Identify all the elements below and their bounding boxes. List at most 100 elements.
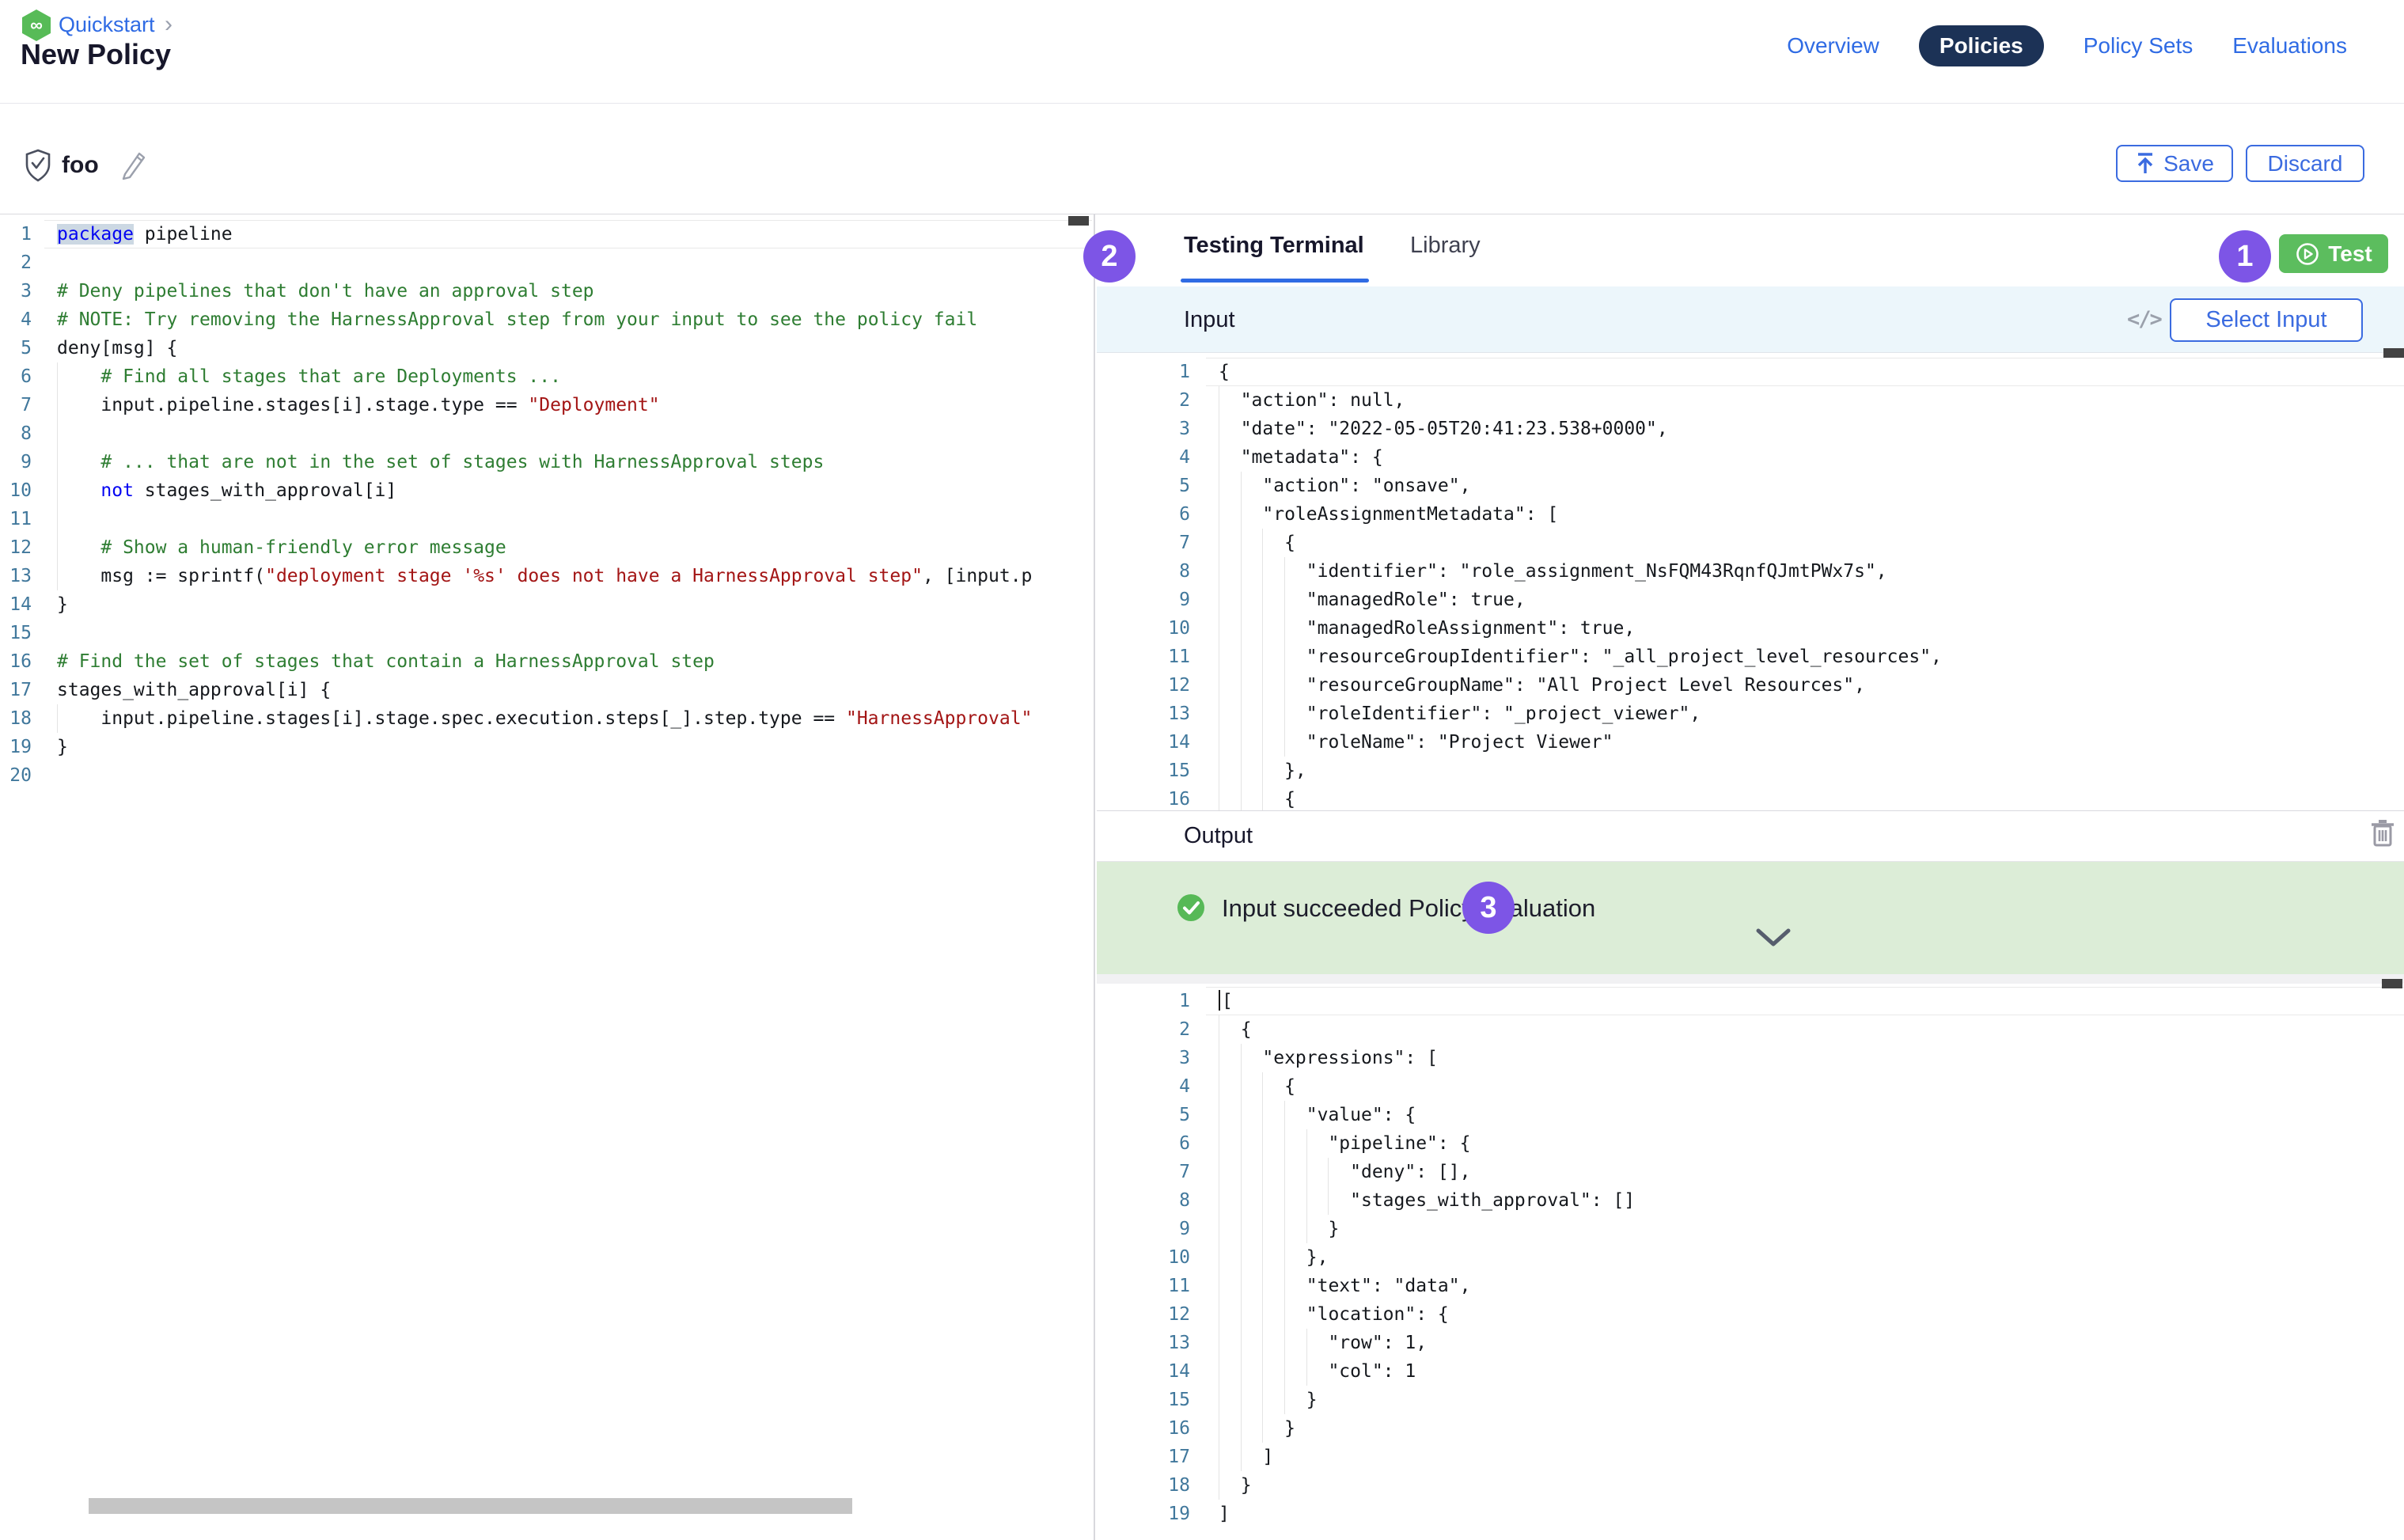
page-title: New Policy (21, 38, 171, 71)
success-check-icon (1176, 893, 1206, 923)
code-line[interactable]: 11 (0, 505, 1092, 533)
rego-editor[interactable]: 1package pipeline23# Deny pipelines that… (0, 214, 1092, 1540)
discard-label: Discard (2268, 151, 2343, 176)
tab-library[interactable]: Library (1410, 233, 1481, 259)
code-line[interactable]: 16{ (1097, 785, 2404, 810)
code-line[interactable]: 9"managedRole": true, (1097, 586, 2404, 614)
nav-item-overview[interactable]: Overview (1787, 33, 1879, 59)
code-line[interactable]: 6"roleAssignmentMetadata": [ (1097, 500, 2404, 529)
code-line[interactable]: 6"pipeline": { (1097, 1129, 2404, 1158)
active-tab-underline (1181, 279, 1369, 283)
code-line[interactable]: 4# NOTE: Try removing the HarnessApprova… (0, 305, 1092, 334)
code-line[interactable]: 16# Find the set of stages that contain … (0, 647, 1092, 676)
code-line[interactable]: 5"action": "onsave", (1097, 472, 2404, 500)
edit-pencil-icon[interactable] (120, 149, 147, 180)
tab-testing-terminal[interactable]: Testing Terminal (1184, 233, 1364, 259)
code-line[interactable]: 3"date": "2022-05-05T20:41:23.538+0000", (1097, 415, 2404, 443)
code-line[interactable]: 2{ (1097, 1015, 2404, 1044)
output-json-editor[interactable]: 1[2{3"expressions": [4{5"value": {6"pipe… (1097, 984, 2404, 1540)
code-line[interactable]: 6# Find all stages that are Deployments … (0, 362, 1092, 391)
code-line[interactable]: 2 (0, 248, 1092, 277)
save-button[interactable]: Save (2116, 145, 2233, 182)
code-line[interactable]: 18input.pipeline.stages[i].stage.spec.ex… (0, 704, 1092, 733)
upload-icon (2135, 152, 2156, 176)
code-line[interactable]: 14"col": 1 (1097, 1357, 2404, 1386)
code-line[interactable]: 4"metadata": { (1097, 443, 2404, 472)
trash-icon[interactable] (2369, 818, 2396, 848)
code-line[interactable]: 18} (1097, 1471, 2404, 1500)
code-line[interactable]: 19] (1097, 1500, 2404, 1528)
code-line[interactable]: 15} (1097, 1386, 2404, 1414)
output-gap (1097, 974, 2404, 984)
top-nav: Overview Policies Policy Sets Evaluation… (1787, 25, 2347, 66)
code-line[interactable]: 8 (0, 419, 1092, 448)
breadcrumb-chevron-icon: › (165, 11, 173, 38)
code-line[interactable]: 7"deny": [], (1097, 1158, 2404, 1186)
test-button[interactable]: Test (2279, 234, 2388, 273)
code-line[interactable]: 8"identifier": "role_assignment_NsFQM43R… (1097, 557, 2404, 586)
code-line[interactable]: 16} (1097, 1414, 2404, 1443)
code-line[interactable]: 10not stages_with_approval[i] (0, 476, 1092, 505)
callout-badge-3: 3 (1462, 882, 1515, 934)
code-line[interactable]: 9# ... that are not in the set of stages… (0, 448, 1092, 476)
code-line[interactable]: 8"stages_with_approval": [] (1097, 1186, 2404, 1215)
code-line[interactable]: 12# Show a human-friendly error message (0, 533, 1092, 562)
input-label: Input (1184, 307, 1235, 333)
code-line[interactable]: 5deny[msg] { (0, 334, 1092, 362)
output-section-header (1097, 810, 2404, 862)
code-line[interactable]: 3"expressions": [ (1097, 1044, 2404, 1072)
code-line[interactable]: 11"text": "data", (1097, 1272, 2404, 1300)
code-line[interactable]: 1{ (1097, 358, 2404, 386)
code-line[interactable]: 10"managedRoleAssignment": true, (1097, 614, 2404, 643)
policy-shield-icon (24, 149, 52, 182)
save-label: Save (2163, 151, 2214, 176)
code-line[interactable]: 2"action": null, (1097, 386, 2404, 415)
code-line[interactable]: 17stages_with_approval[i] { (0, 676, 1092, 704)
code-line[interactable]: 13"roleIdentifier": "_project_viewer", (1097, 700, 2404, 728)
test-label: Test (2328, 241, 2372, 267)
code-line[interactable]: 7input.pipeline.stages[i].stage.type == … (0, 391, 1092, 419)
code-line[interactable]: 12"resourceGroupName": "All Project Leve… (1097, 671, 2404, 700)
callout-badge-1: 1 (2219, 230, 2271, 283)
code-brackets-icon[interactable]: </> (2127, 307, 2161, 332)
code-line[interactable]: 7{ (1097, 529, 2404, 557)
output-vertical-scrollbar[interactable] (2382, 979, 2402, 988)
code-line[interactable]: 19} (0, 733, 1092, 761)
code-line[interactable]: 12"location": { (1097, 1300, 2404, 1329)
input-vertical-scrollbar[interactable] (2383, 348, 2404, 358)
nav-item-policy-sets[interactable]: Policy Sets (2084, 33, 2194, 59)
input-json-editor[interactable]: 1{2"action": null,3"date": "2022-05-05T2… (1097, 353, 2404, 810)
code-line[interactable]: 1package pipeline (0, 220, 1092, 248)
horizontal-scrollbar[interactable] (89, 1498, 852, 1514)
code-line[interactable]: 1[ (1097, 987, 2404, 1015)
code-line[interactable]: 13"row": 1, (1097, 1329, 2404, 1357)
banner-message: Input succeeded Policy Evaluation (1222, 894, 1595, 923)
code-line[interactable]: 14} (0, 590, 1092, 619)
nav-item-evaluations[interactable]: Evaluations (2232, 33, 2347, 59)
panel-divider (1094, 214, 1095, 1540)
code-line[interactable]: 10}, (1097, 1243, 2404, 1272)
play-circle-icon (2295, 241, 2320, 267)
code-line[interactable]: 11"resourceGroupIdentifier": "_all_proje… (1097, 643, 2404, 671)
select-input-label: Select Input (2205, 307, 2326, 333)
code-line[interactable]: 4{ (1097, 1072, 2404, 1101)
harness-logo-icon: ∞ (22, 9, 51, 41)
code-line[interactable]: 17] (1097, 1443, 2404, 1471)
code-line[interactable]: 20 (0, 761, 1092, 790)
code-line[interactable]: 13msg := sprintf("deployment stage '%s' … (0, 562, 1092, 590)
code-line[interactable]: 15 (0, 619, 1092, 647)
code-line[interactable]: 15}, (1097, 757, 2404, 785)
output-label: Output (1184, 823, 1253, 849)
header-divider (0, 103, 2404, 104)
select-input-button[interactable]: Select Input (2170, 298, 2363, 342)
rego-vertical-scrollbar[interactable] (1068, 216, 1089, 226)
code-line[interactable]: 3# Deny pipelines that don't have an app… (0, 277, 1092, 305)
code-line[interactable]: 9} (1097, 1215, 2404, 1243)
nav-item-policies[interactable]: Policies (1919, 25, 2044, 66)
discard-button[interactable]: Discard (2246, 145, 2364, 182)
chevron-down-icon[interactable] (1755, 927, 1792, 948)
breadcrumb[interactable]: Quickstart (59, 13, 155, 37)
code-line[interactable]: 5"value": { (1097, 1101, 2404, 1129)
policy-name: foo (62, 152, 99, 179)
code-line[interactable]: 14"roleName": "Project Viewer" (1097, 728, 2404, 757)
